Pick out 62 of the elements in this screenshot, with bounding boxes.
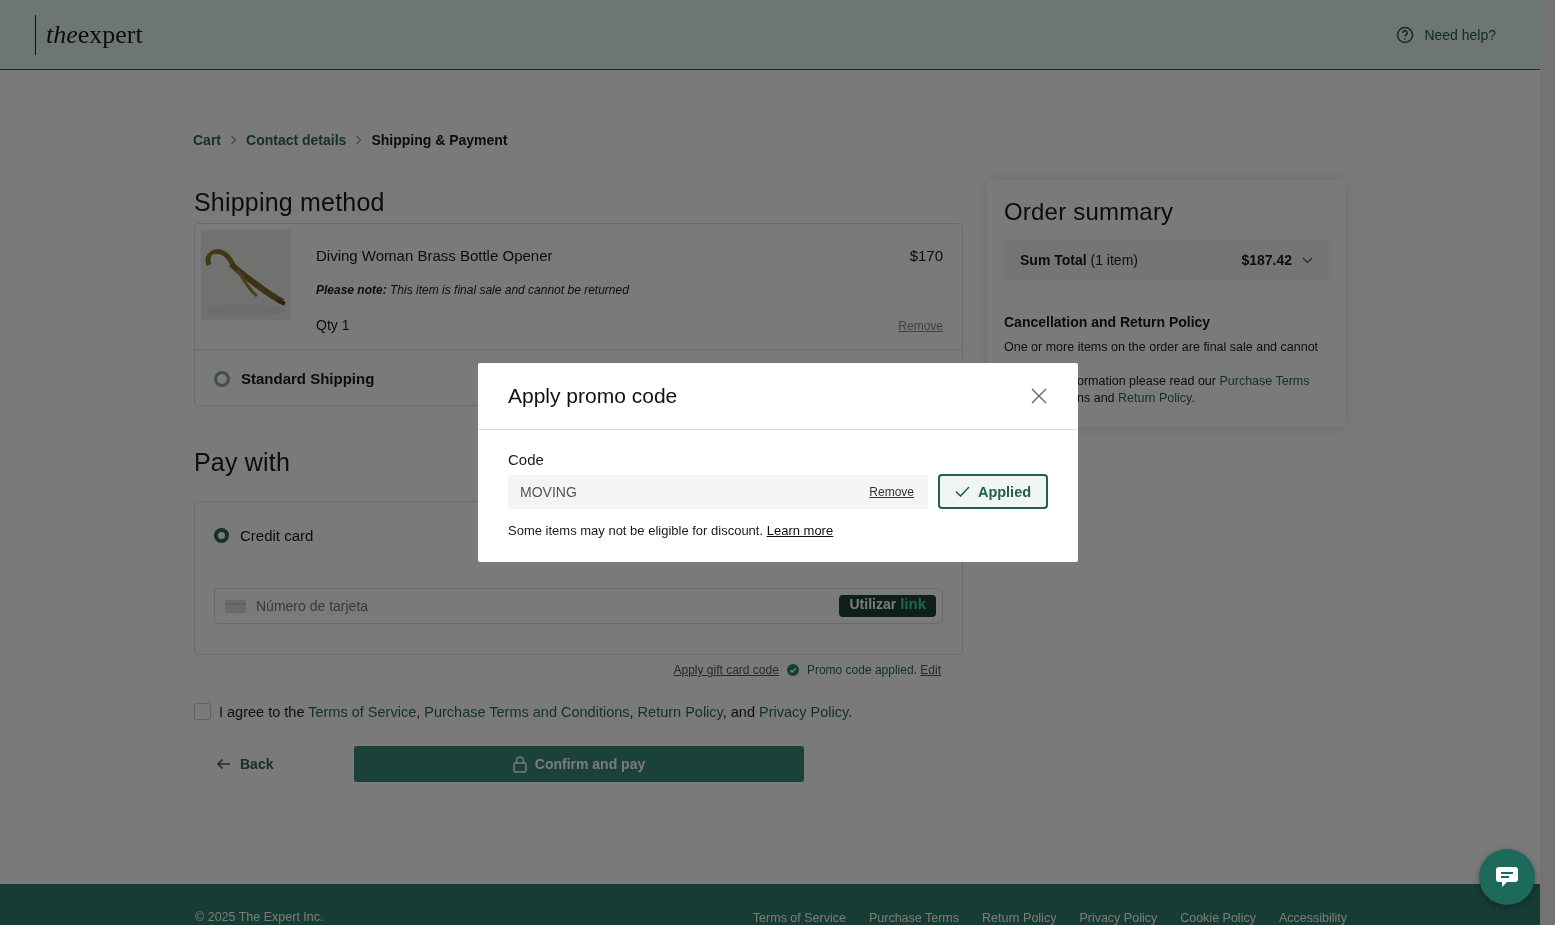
radio-button[interactable] [214, 528, 229, 543]
footer-link[interactable]: Terms of Service [752, 911, 846, 925]
shipping-option-label: Standard Shipping [241, 370, 375, 387]
agreement-text: I agree to the Terms of Service, Purchase Terms and Conditions, Return Policy, and Privacy Policy. [219, 703, 853, 720]
arrow-left-icon [216, 758, 231, 770]
check-circle-icon [786, 664, 799, 676]
footer-link[interactable]: Privacy Policy [1079, 911, 1158, 925]
edit-link[interactable]: Edit [920, 663, 941, 677]
chat-icon [1495, 866, 1519, 888]
close-icon [1030, 387, 1048, 405]
help-link[interactable]: Need help? [1390, 24, 1502, 45]
checkbox[interactable] [194, 703, 211, 720]
link[interactable]: Purchase Terms and Conditions [424, 703, 630, 720]
radio-button[interactable] [214, 370, 230, 387]
field-label: Code [508, 451, 545, 468]
link-pay-button[interactable]: Utilizar link [839, 595, 936, 617]
footer-link[interactable]: Return Policy [982, 911, 1057, 925]
confirm-button[interactable]: Confirm and pay [354, 746, 804, 782]
learn-more-link[interactable]: Learn more [766, 523, 834, 538]
promo-code-field[interactable]: MOVING Remove [508, 474, 928, 509]
product-name: Diving Woman Brass Bottle Opener [316, 247, 553, 264]
footer-link[interactable]: Purchase Terms [868, 911, 960, 925]
remove-link[interactable]: Remove [898, 319, 943, 333]
link[interactable]: Terms of Service [308, 703, 417, 720]
final-sale-note: Please note: This item is final sale and cannot be returned [316, 283, 630, 297]
dialog-title: Apply promo code [508, 384, 678, 408]
chevron-right-icon [230, 135, 237, 145]
footer-link[interactable]: Accessibility [1278, 911, 1347, 925]
close-button[interactable] [1030, 387, 1048, 405]
chevron-right-icon [355, 135, 363, 145]
product-price: $170 [909, 247, 943, 264]
check-icon [954, 486, 970, 497]
applied-button[interactable]: Applied [938, 474, 1048, 509]
logo[interactable]: theexpert [35, 14, 143, 55]
gift-card-link[interactable]: Apply gift card code [673, 663, 779, 677]
discount-note: Some items may not be eligible for discount. Learn more [508, 523, 835, 538]
summary-heading: Order summary [1004, 198, 1175, 226]
promo-status: Promo code applied. [806, 663, 917, 677]
breadcrumb-link[interactable]: Shipping & Payment [371, 132, 508, 148]
scrollbar[interactable] [1540, 0, 1555, 925]
section-heading: Pay with [194, 448, 291, 477]
back-button[interactable]: Back [194, 746, 354, 782]
total-label: Sum Total (1 item) [1020, 252, 1139, 268]
total-amount: $187.42 [1241, 252, 1292, 268]
help-icon [1396, 25, 1415, 44]
sum-total-toggle[interactable]: Sum Total (1 item) $187.42 [1004, 240, 1329, 280]
credit-card-icon [225, 599, 246, 613]
link[interactable]: Purchase Terms [1219, 374, 1310, 388]
remove-link[interactable]: Remove [869, 484, 914, 499]
breadcrumb-link[interactable]: Cart [193, 132, 221, 148]
lock-icon [512, 755, 527, 773]
link[interactable]: Return Policy [637, 703, 723, 720]
payment-method-label: Credit card [240, 527, 314, 544]
chevron-down-icon [1302, 256, 1313, 264]
copyright: © 2025 The Expert Inc. [195, 910, 325, 925]
section-heading: Shipping method [194, 188, 385, 218]
policy-heading: Cancellation and Return Policy [1004, 314, 1212, 330]
policy-text: One or more items on the order are final sale and cannot [1004, 339, 1320, 356]
quantity: Qty 1 [316, 317, 350, 333]
footer-link[interactable]: Cookie Policy [1180, 911, 1256, 925]
breadcrumb-link[interactable]: Contact details [246, 132, 347, 148]
card-number-field[interactable]: Número de tarjeta Utilizar link [214, 588, 943, 624]
